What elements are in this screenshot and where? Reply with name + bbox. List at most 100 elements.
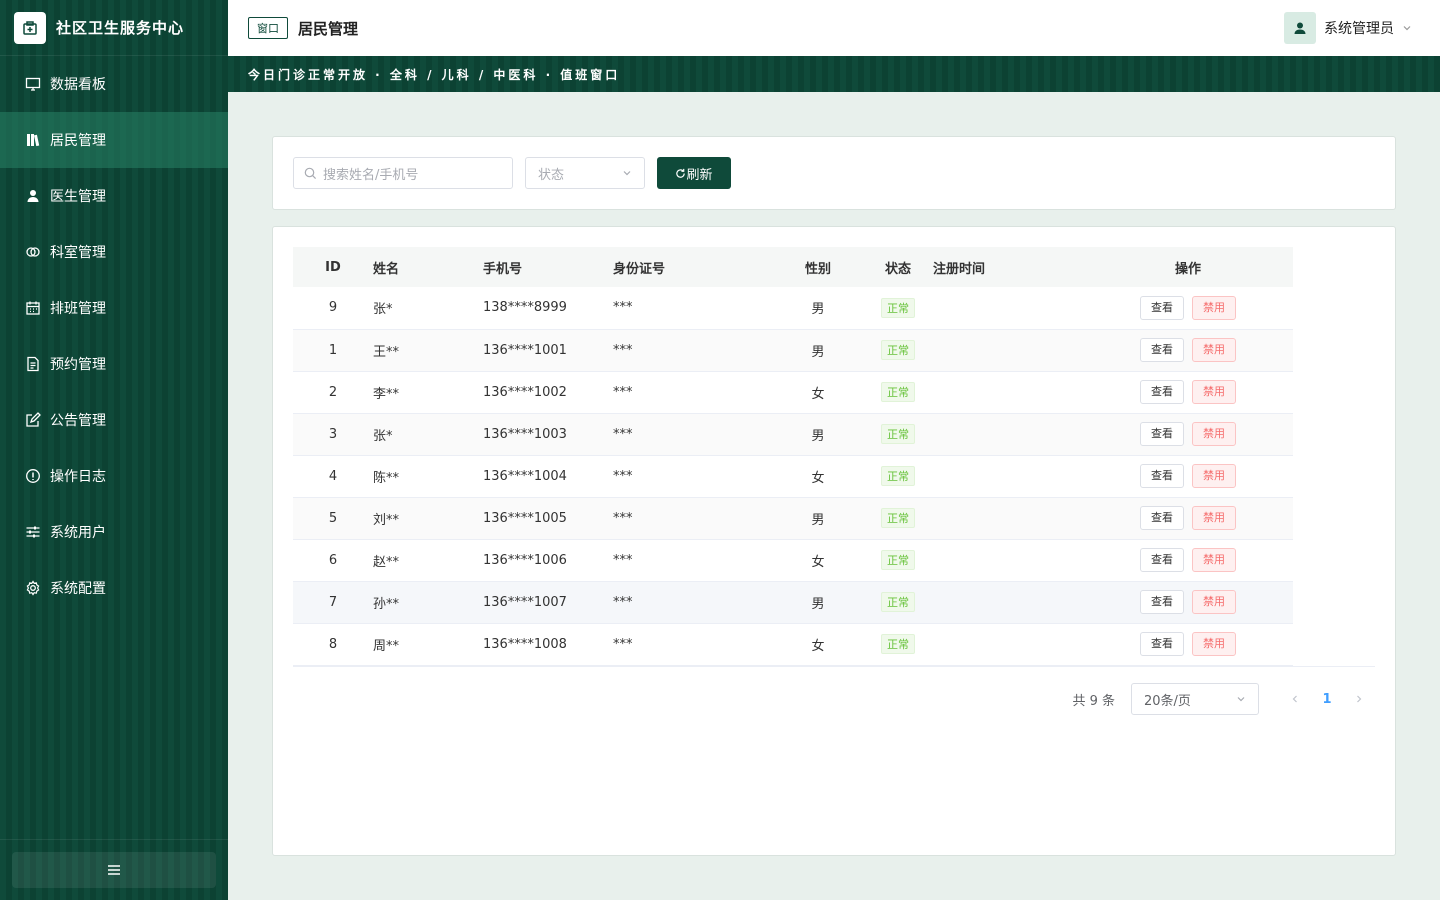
sidebar-item-7[interactable]: 操作日志 [0, 448, 228, 504]
view-button[interactable]: 查看 [1140, 380, 1184, 404]
app-title: 社区卫生服务中心 [56, 19, 185, 37]
view-button[interactable]: 查看 [1140, 548, 1184, 572]
cell-name: 王** [373, 329, 483, 372]
disable-button[interactable]: 禁用 [1192, 464, 1236, 488]
disable-button[interactable]: 禁用 [1192, 506, 1236, 530]
sidebar-item-6[interactable]: 公告管理 [0, 392, 228, 448]
next-page-button[interactable] [1343, 683, 1375, 715]
sidebar-item-4[interactable]: 排班管理 [0, 280, 228, 336]
cell-actions: 查看 禁用 [1083, 539, 1293, 582]
view-button[interactable]: 查看 [1140, 422, 1184, 446]
cell-idcard: *** [613, 413, 773, 456]
pagination: 共 9 条 20条/页 1 [1072, 683, 1375, 715]
cell-name: 张* [373, 413, 483, 456]
cell-phone: 136****1003 [483, 413, 613, 456]
sidebar-item-label: 系统配置 [50, 581, 106, 597]
cell-id: 7 [293, 581, 373, 624]
user-icon [24, 187, 42, 205]
cell-status: 正常 [863, 455, 933, 498]
cell-gender: 女 [773, 623, 863, 666]
col-name: 姓名 [373, 247, 483, 287]
page-size-select[interactable]: 20条/页 [1131, 683, 1259, 715]
cell-idcard: *** [613, 623, 773, 666]
view-button[interactable]: 查看 [1140, 464, 1184, 488]
cell-phone: 136****1006 [483, 539, 613, 582]
sidebar-item-1[interactable]: 居民管理 [0, 112, 228, 168]
disable-button[interactable]: 禁用 [1192, 632, 1236, 656]
user-menu[interactable]: 系统管理员 [1284, 12, 1412, 44]
status-select[interactable]: 状态 [525, 157, 645, 189]
status-badge: 正常 [881, 424, 915, 444]
col-gender: 性别 [773, 247, 863, 287]
disable-button[interactable]: 禁用 [1192, 548, 1236, 572]
residents-table: ID 姓名 手机号 身份证号 性别 状态 注册时间 操作 9 张* 138****8… [293, 247, 1293, 666]
cell-gender: 男 [773, 287, 863, 330]
top-header: 窗口 居民管理 系统管理员 [228, 0, 1440, 56]
sidebar-nav: 数据看板 居民管理 医生管理 科室管理 排班管理 预约管理公告管理操作日志系统用户系统配置 [0, 56, 228, 616]
sidebar-item-8[interactable]: 系统用户 [0, 504, 228, 560]
link-icon [24, 243, 42, 261]
sidebar-item-label: 公告管理 [50, 413, 106, 429]
cell-gender: 男 [773, 413, 863, 456]
table-row: 5 刘** 136****1005 *** 男正常 查看 禁用 [293, 497, 1293, 540]
chevron-left-icon [1292, 695, 1297, 703]
divider [293, 666, 1375, 667]
user-name: 系统管理员 [1324, 21, 1394, 37]
table-row: 1 王** 136****1001 *** 男正常 查看 禁用 [293, 329, 1293, 372]
cell-actions: 查看 禁用 [1083, 455, 1293, 498]
disable-button[interactable]: 禁用 [1192, 338, 1236, 362]
search-input[interactable]: 搜索姓名/手机号 [293, 157, 513, 189]
collapse-sidebar-button[interactable] [12, 852, 216, 888]
cell-phone: 136****1007 [483, 581, 613, 624]
cell-actions: 查看 禁用 [1083, 371, 1293, 414]
cell-id: 1 [293, 329, 373, 372]
window-badge: 窗口 [248, 17, 288, 39]
cell-phone: 136****1004 [483, 455, 613, 498]
view-button[interactable]: 查看 [1140, 632, 1184, 656]
cell-phone: 136****1002 [483, 371, 613, 414]
cell-gender: 男 [773, 581, 863, 624]
sidebar-item-9[interactable]: 系统配置 [0, 560, 228, 616]
sidebar-item-0[interactable]: 数据看板 [0, 56, 228, 112]
calendar-icon [24, 299, 42, 317]
view-button[interactable]: 查看 [1140, 506, 1184, 530]
col-status: 状态 [863, 247, 933, 287]
refresh-button[interactable]: 刷新 [657, 157, 731, 189]
sidebar-item-label: 操作日志 [50, 469, 106, 485]
cell-name: 孙** [373, 581, 483, 624]
cell-status: 正常 [863, 413, 933, 456]
edit-icon [24, 411, 42, 429]
filter-card: 搜索姓名/手机号 状态 刷新 [272, 136, 1396, 210]
cell-register-time [933, 623, 1083, 666]
sidebar-item-5[interactable]: 预约管理 [0, 336, 228, 392]
disable-button[interactable]: 禁用 [1192, 295, 1236, 320]
cell-register-time [933, 539, 1083, 582]
status-badge: 正常 [881, 466, 915, 486]
view-button[interactable]: 查看 [1140, 590, 1184, 614]
page-number[interactable]: 1 [1311, 683, 1343, 715]
col-phone: 手机号 [483, 247, 613, 287]
sidebar-item-2[interactable]: 医生管理 [0, 168, 228, 224]
cell-register-time [933, 329, 1083, 372]
cell-actions: 查看 禁用 [1083, 497, 1293, 540]
view-button[interactable]: 查看 [1140, 295, 1184, 320]
disable-button[interactable]: 禁用 [1192, 422, 1236, 446]
page-title: 居民管理 [298, 19, 359, 38]
cell-status: 正常 [863, 371, 933, 414]
cell-register-time [933, 497, 1083, 540]
prev-page-button[interactable] [1279, 683, 1311, 715]
cell-actions: 查看 禁用 [1083, 329, 1293, 372]
sidebar-item-3[interactable]: 科室管理 [0, 224, 228, 280]
cell-id: 4 [293, 455, 373, 498]
view-button[interactable]: 查看 [1140, 338, 1184, 362]
col-actions: 操作 [1083, 247, 1293, 287]
cell-name: 周** [373, 623, 483, 666]
cell-register-time [933, 455, 1083, 498]
disable-button[interactable]: 禁用 [1192, 380, 1236, 404]
cell-phone: 136****1008 [483, 623, 613, 666]
disable-button[interactable]: 禁用 [1192, 590, 1236, 614]
hospital-logo-icon [14, 11, 46, 44]
search-icon [304, 167, 317, 180]
cell-register-time [933, 413, 1083, 456]
status-badge: 正常 [881, 340, 915, 360]
